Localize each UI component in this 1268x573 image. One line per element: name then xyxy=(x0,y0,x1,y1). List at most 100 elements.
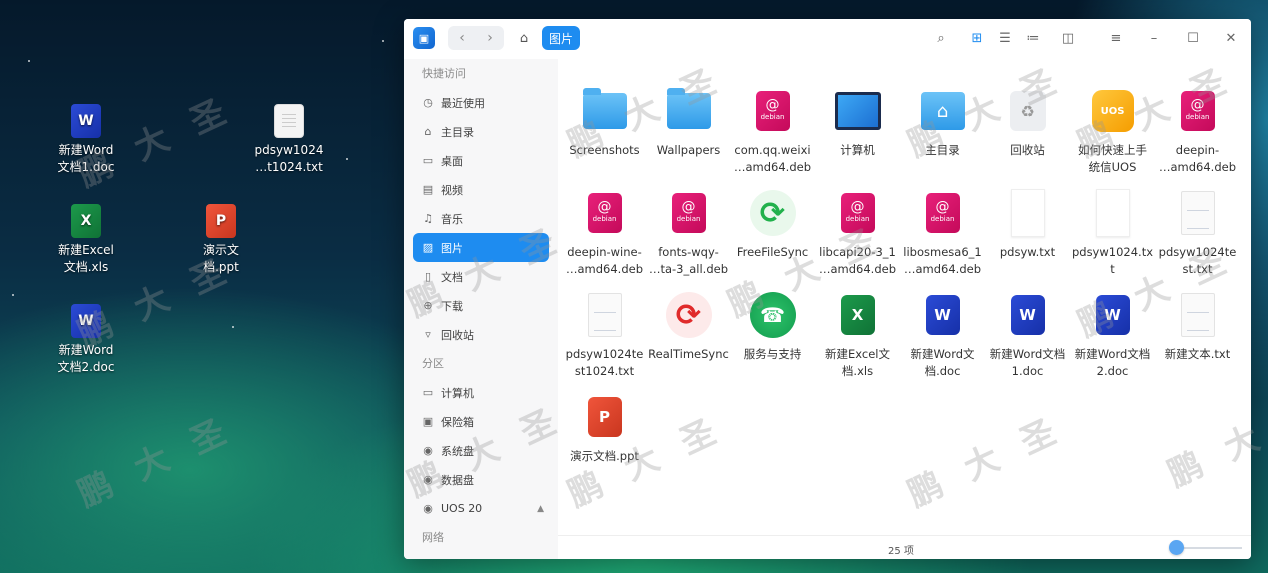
sidebar-item-system-disk[interactable]: ◉ 系统盘 xyxy=(404,436,558,465)
clock-icon: ◷ xyxy=(423,96,433,109)
file-item[interactable]: W 新建Word文档 1.doc xyxy=(985,291,1070,380)
file-name: pdsyw1024te st.txt xyxy=(1158,245,1237,276)
file-item[interactable]: debian fonts-wqy- …ta-3_all.deb xyxy=(646,189,731,278)
sidebar-item-trash[interactable]: ▿ 回收站 xyxy=(404,320,558,349)
file-icon-wrap: ⌂ xyxy=(920,87,966,135)
file-icon-wrap xyxy=(1005,189,1051,237)
text-file-icon xyxy=(587,293,622,337)
sidebar-item-label: 视频 xyxy=(441,183,463,197)
file-item[interactable]: ⌂ 主目录 xyxy=(900,87,985,159)
sidebar-item-label: 文档 xyxy=(441,270,463,284)
file-item[interactable]: debian deepin- …amd64.deb xyxy=(1155,87,1240,176)
excel-file-icon: X xyxy=(840,295,875,335)
title-bar: ▣ ‹ › ⌂ 图片 ⌕ ⊞ ☰ ≔ ◫ ≡ – ☐ ✕ xyxy=(404,19,1251,59)
file-name: 新建Word文档 1.doc xyxy=(989,347,1066,378)
file-icon-wrap: debian xyxy=(835,189,881,237)
desktop-icon-item[interactable]: pdsyw1024 …t1024.txt xyxy=(249,104,329,176)
minimize-icon[interactable]: – xyxy=(1144,28,1164,48)
video-icon: ▤ xyxy=(422,183,434,196)
excel-file-icon: X xyxy=(71,204,101,238)
sidebar-item-label: 图片 xyxy=(441,241,463,255)
file-item[interactable]: 计算机 xyxy=(815,87,900,159)
breadcrumb-current[interactable]: 图片 xyxy=(542,26,581,50)
file-item[interactable]: debian libcapi20-3_1 …amd64.deb xyxy=(815,189,900,278)
file-item[interactable]: 新建文本.txt xyxy=(1155,291,1240,363)
file-name: deepin-wine- …amd64.deb xyxy=(565,245,643,276)
star xyxy=(346,158,348,160)
file-item[interactable]: Screenshots xyxy=(562,87,647,159)
sidebar-item-pictures[interactable]: ▨ 图片 xyxy=(413,233,549,262)
zoom-slider-handle[interactable] xyxy=(1169,540,1185,555)
list-view-icon[interactable]: ☰ xyxy=(995,28,1015,48)
menu-icon[interactable]: ≡ xyxy=(1106,28,1126,48)
sidebar-item-label: 主目录 xyxy=(441,125,474,139)
file-item[interactable]: debian deepin-wine- …amd64.deb xyxy=(562,189,647,278)
uos-guide-icon: UOS xyxy=(1091,90,1134,132)
breadcrumb-home-icon[interactable]: ⌂ xyxy=(512,26,536,50)
desktop-icon-item[interactable]: W 新建Word 文档2.doc xyxy=(46,304,126,376)
file-item[interactable]: Wallpapers xyxy=(646,87,731,159)
sidebar-item-video[interactable]: ▤ 视频 xyxy=(404,175,558,204)
file-item[interactable]: W 新建Word文 档.doc xyxy=(900,291,985,380)
star xyxy=(12,294,14,296)
file-name: 新建Word文档 2.doc xyxy=(1074,347,1151,378)
sidebar-item-home[interactable]: ⌂ 主目录 xyxy=(404,117,558,146)
file-icon-wrap xyxy=(666,87,712,135)
file-item[interactable]: UOS 如何快速上手 统信UOS xyxy=(1070,87,1155,176)
sidebar-item-data-disk[interactable]: ◉ 数据盘 xyxy=(404,465,558,494)
file-name: FreeFileSync xyxy=(736,245,809,259)
desktop-icon-item[interactable]: X 新建Excel 文档.xls xyxy=(46,204,126,276)
sidebar-header-quick-access: 快捷访问 xyxy=(422,67,466,80)
sidebar-item-computer[interactable]: ▭ 计算机 xyxy=(404,378,558,407)
close-icon[interactable]: ✕ xyxy=(1221,28,1241,48)
file-item[interactable]: pdsyw.txt xyxy=(985,189,1070,261)
sidebar-item-label: 回收站 xyxy=(441,328,474,342)
file-icon-wrap: P xyxy=(582,393,628,441)
forward-button[interactable]: › xyxy=(476,26,504,50)
text-file-icon xyxy=(274,104,304,138)
file-item[interactable]: debian libosmesa6_1 …amd64.deb xyxy=(900,189,985,278)
back-button[interactable]: ‹ xyxy=(448,26,476,50)
file-item[interactable]: W 新建Word文档 2.doc xyxy=(1070,291,1155,380)
desktop-icon-item[interactable]: W 新建Word 文档1.doc xyxy=(46,104,126,176)
sidebar-item-music[interactable]: ♫ 音乐 xyxy=(404,204,558,233)
sidebar-item-uos20[interactable]: ◉ UOS 20 ▲ xyxy=(404,494,558,523)
tree-view-icon[interactable]: ≔ xyxy=(1023,28,1043,48)
file-item[interactable]: ⟳ FreeFileSync xyxy=(730,189,815,261)
sidebar-item-downloads[interactable]: ⊕ 下载 xyxy=(404,291,558,320)
document-icon: ▯ xyxy=(424,270,432,283)
file-icon-wrap: debian xyxy=(582,189,628,237)
sidebar-item-desktop[interactable]: ▭ 桌面 xyxy=(404,146,558,175)
file-item[interactable]: X 新建Excel文 档.xls xyxy=(815,291,900,380)
details-panel-icon[interactable]: ◫ xyxy=(1058,28,1078,48)
file-item[interactable]: P 演示文档.ppt xyxy=(562,393,647,465)
computer-icon: ▭ xyxy=(422,386,434,399)
sidebar-header-network: 网络 xyxy=(422,531,444,544)
file-item[interactable]: pdsyw1024te st.txt xyxy=(1155,189,1240,278)
sidebar: 快捷访问 ◷ 最近使用 ⌂ 主目录 ▭ 桌面 ▤ 视频 ♫ 音乐 ▨ 图片 ▯ 文档 ⊕ 下载 … xyxy=(404,59,558,559)
item-count: 25 项 xyxy=(888,546,914,557)
file-name: Wallpapers xyxy=(656,143,721,157)
file-icon-wrap: debian xyxy=(750,87,796,135)
sidebar-item-documents[interactable]: ▯ 文档 xyxy=(404,262,558,291)
file-name: 如何快速上手 统信UOS xyxy=(1078,143,1147,174)
file-name: com.qq.weixi …amd64.deb xyxy=(733,143,811,174)
file-item[interactable]: pdsyw1024.tx t xyxy=(1070,189,1155,278)
sidebar-item-safe[interactable]: ▣ 保险箱 xyxy=(404,407,558,436)
icon-view-icon[interactable]: ⊞ xyxy=(967,28,987,48)
file-item[interactable]: debian com.qq.weixi …amd64.deb xyxy=(730,87,815,176)
file-item[interactable]: ☎ 服务与支持 xyxy=(730,291,815,363)
maximize-icon[interactable]: ☐ xyxy=(1183,28,1203,48)
search-icon[interactable]: ⌕ xyxy=(931,28,951,48)
file-item[interactable]: ♻ 回收站 xyxy=(985,87,1070,159)
file-name: deepin- …amd64.deb xyxy=(1158,143,1236,174)
file-icon-wrap xyxy=(1175,189,1221,237)
desktop-icon-item[interactable]: P 演示文 档.ppt xyxy=(181,204,261,276)
sidebar-item-label: 音乐 xyxy=(441,212,463,226)
sidebar-item-recent[interactable]: ◷ 最近使用 xyxy=(404,88,558,117)
download-icon: ⊕ xyxy=(423,299,433,312)
file-item[interactable]: ⟳ RealTimeSync xyxy=(646,291,731,363)
file-item[interactable]: pdsyw1024te st1024.txt xyxy=(562,291,647,380)
eject-icon[interactable]: ▲ xyxy=(537,504,544,514)
desktop-icon-label: 新建Word 文档1.doc xyxy=(57,143,115,174)
